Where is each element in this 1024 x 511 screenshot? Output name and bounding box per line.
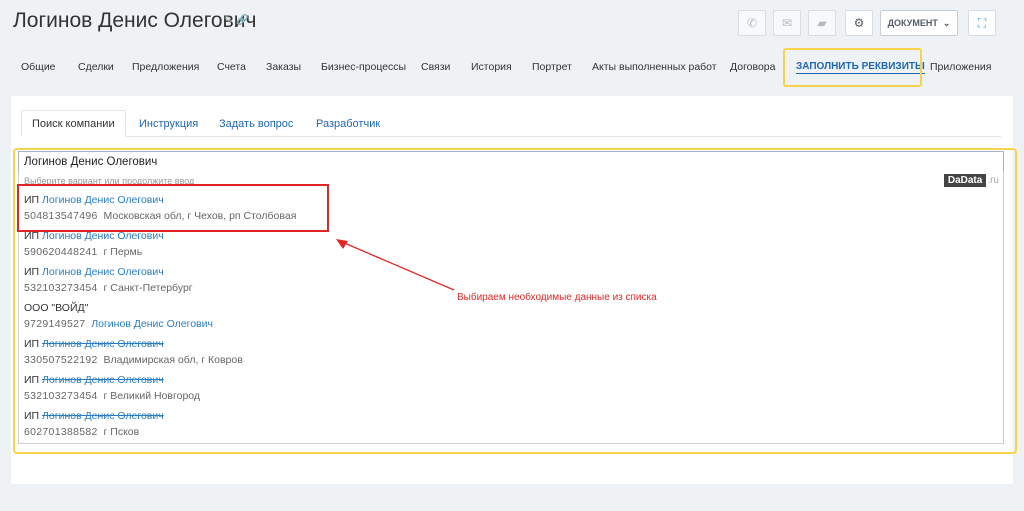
tab-offers[interactable]: Предложения: [132, 61, 199, 73]
company-search-input[interactable]: [18, 151, 1004, 173]
tab-portrait[interactable]: Портрет: [532, 61, 572, 73]
suggestion-item[interactable]: ИП Логинов Денис Олегович 602701388582 г…: [24, 408, 164, 440]
link-icon[interactable]: 🔗: [236, 15, 248, 26]
header: Логинов Денис Олегович ✎ 🔗 ✆ ✉ ▰ ⚙ ДОКУМЕ…: [0, 0, 1024, 46]
mail-icon[interactable]: ✉: [773, 10, 801, 36]
tab-deals[interactable]: Сделки: [78, 61, 114, 73]
suggestion-item[interactable]: ИП Логинов Денис Олегович 330507522192 В…: [24, 336, 243, 368]
tab-acts[interactable]: Акты выполненных работ: [592, 61, 717, 73]
subtab-company-search[interactable]: Поиск компании: [21, 110, 126, 137]
suggestion-item[interactable]: ИП Логинов Денис Олегович 532103273454 г…: [24, 372, 200, 404]
tab-invoices[interactable]: Счета: [217, 61, 246, 73]
tab-contracts[interactable]: Договора: [730, 61, 776, 73]
suggestion-item[interactable]: ИП Логинов Денис Олегович 590620448241 г…: [24, 228, 164, 260]
tab-links[interactable]: Связи: [421, 61, 450, 73]
tab-apps[interactable]: Приложения: [930, 61, 991, 73]
dadata-logo: DaData .ru: [943, 174, 999, 187]
tab-orders[interactable]: Заказы: [266, 61, 301, 73]
gear-icon[interactable]: ⚙: [845, 10, 873, 36]
subtab-instruction[interactable]: Инструкция: [139, 110, 198, 137]
tab-history[interactable]: История: [471, 61, 512, 73]
phone-icon[interactable]: ✆: [738, 10, 766, 36]
suggestion-item[interactable]: ИП Логинов Денис Олегович 532103273454 г…: [24, 264, 193, 296]
active-tab-highlight: [783, 48, 922, 87]
tab-general[interactable]: Общие: [21, 61, 56, 73]
tab-business-processes[interactable]: Бизнес-процессы: [321, 61, 406, 73]
fullscreen-icon[interactable]: ⛶: [968, 10, 996, 36]
subtab-ask-question[interactable]: Задать вопрос: [219, 110, 293, 137]
document-button[interactable]: ДОКУМЕНТ ⌄: [880, 10, 958, 36]
suggestion-item[interactable]: ООО "ВОЙД" 9729149527 Логинов Денис Олег…: [24, 300, 213, 332]
chat-icon[interactable]: ▰: [808, 10, 836, 36]
subtabs: Поиск компании Инструкция Задать вопрос …: [21, 110, 1001, 137]
subtab-developer[interactable]: Разработчик: [316, 110, 380, 137]
pencil-icon[interactable]: ✎: [224, 15, 232, 26]
annotation-arrow: [336, 239, 455, 291]
selected-suggestion-callout: [17, 184, 329, 232]
chevron-down-icon: ⌄: [942, 17, 951, 28]
page-title: Логинов Денис Олегович: [13, 9, 257, 32]
annotation-text: Выбираем необходимые данные из списка: [457, 292, 657, 303]
